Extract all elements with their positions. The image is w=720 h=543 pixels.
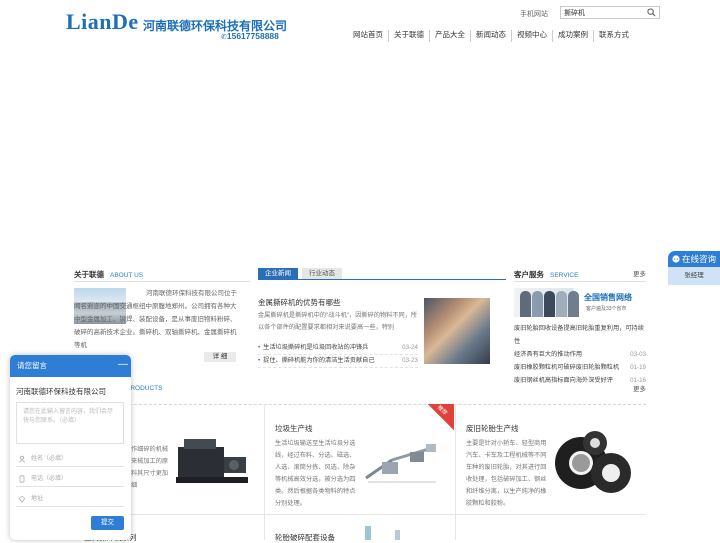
divider	[264, 404, 265, 540]
address-placeholder: 地址	[31, 496, 44, 502]
list-item[interactable]: 废旧钢丝机高指标面向海外深受好评 01-16	[514, 374, 646, 387]
phone-number-text: 15617758888	[226, 31, 279, 41]
main-nav: 网站首页 关于联德 产品大全 新闻动态 视频中心 成功案例 联系方式	[348, 30, 634, 42]
products-title-en: PRODUCTS	[126, 385, 163, 392]
person-figure	[520, 291, 531, 317]
tab-company-news[interactable]: 企业新闻	[258, 268, 298, 279]
product-desc: 作细碎的机械来械加工的原料其尺寸更加细	[131, 446, 169, 489]
location-icon	[19, 496, 25, 503]
banner-title: 全国销售网络	[584, 293, 632, 302]
divider	[74, 281, 250, 282]
service-section-title: 客户服务 SERVICE	[514, 269, 578, 280]
divider	[455, 404, 456, 540]
list-item[interactable]: • 捉住、撕碎机能为你的清洁生活贡献自己 03-23	[258, 355, 418, 368]
phone-field[interactable]: 电话（必填）	[16, 472, 124, 487]
service-title-cn: 客户服务	[514, 270, 544, 279]
news-photo[interactable]	[424, 298, 490, 364]
about-detail-button[interactable]: 详 细	[204, 352, 236, 362]
message-widget-header[interactable]: 请您留言	[10, 355, 131, 377]
tire-pile-illustration	[555, 431, 631, 493]
nav-item-cases[interactable]: 成功案例	[552, 30, 593, 42]
news-item-title: 捉住、撕碎机能为你的清洁生活贡献自己	[263, 357, 375, 364]
phone-icon	[19, 475, 25, 483]
product-thumbnail	[365, 526, 371, 540]
person-figure	[544, 291, 555, 317]
product-desc: 生活垃圾输送至生活垃圾分选线，经过布料、分选、磁选、人选、滚筒分拣、风选、除杂等…	[275, 440, 356, 507]
list-item[interactable]: • 生活垃圾撕碎机是垃圾回收站的冲锋兵 03-24	[258, 342, 418, 355]
nav-item-about[interactable]: 关于联德	[388, 30, 429, 42]
about-title-cn: 关于联德	[74, 270, 104, 279]
service-item-title: 废旧钢丝机高指标面向海外深受好评	[514, 377, 613, 384]
name-placeholder: 姓名（必填）	[31, 456, 68, 462]
divider	[74, 514, 646, 515]
service-more-link[interactable]: 更多	[633, 268, 646, 278]
search-input[interactable]	[561, 7, 645, 18]
news-headline[interactable]: 金属撕碎机的优势有哪些	[258, 297, 341, 308]
product-name[interactable]: 轮胎破碎配套设备	[275, 532, 335, 543]
product-name[interactable]: 垃圾生产线	[275, 423, 313, 434]
service-item-date: 03-03	[630, 351, 646, 358]
search-icon[interactable]	[647, 8, 656, 17]
chat-agent-button[interactable]: 张经理	[668, 267, 720, 285]
message-company-name: 河南联德环保科技有限公司	[16, 387, 106, 396]
about-title-en: ABOUT US	[110, 272, 144, 279]
about-text: 河南联德环保科技有限公司位于闻名遐迩的中国交通枢纽中原腹地郑州。公司拥有各种大中…	[74, 290, 237, 349]
phone-number: ✆15617758888	[221, 31, 279, 41]
banner-area	[0, 47, 720, 257]
conveyor-line-illustration	[365, 444, 436, 483]
nav-item-products[interactable]: 产品大全	[429, 30, 470, 42]
service-item-title: 废旧橡胶颗粒机可破碎废旧轮胎颗粒机	[514, 364, 620, 371]
person-figure	[532, 291, 543, 317]
tab-industry-news[interactable]: 行业动态	[302, 268, 342, 279]
nav-item-home[interactable]: 网站首页	[348, 30, 388, 42]
tires-image[interactable]	[551, 427, 635, 503]
phone-placeholder: 电话（必填）	[31, 476, 68, 482]
product-thumbnail	[395, 530, 400, 540]
service-title-en: SERVICE	[550, 272, 579, 279]
divider	[514, 281, 646, 282]
products-more-link[interactable]: 更多	[633, 383, 646, 393]
search-box	[560, 6, 660, 19]
garbage-line-image[interactable]	[362, 438, 442, 488]
service-item-date: 01-19	[630, 364, 646, 371]
minimize-icon[interactable]: —	[118, 360, 128, 370]
address-field[interactable]: 地址	[16, 492, 124, 507]
bullet-icon: •	[258, 357, 261, 364]
about-section-title: 关于联德 ABOUT US	[74, 269, 143, 280]
news-summary: 金属撕碎机是撕碎机中的"战斗机"，因撕碎的物料不同，所以各个部件的配置要求都相对…	[258, 312, 418, 331]
nav-item-video[interactable]: 视频中心	[511, 30, 552, 42]
logo-text-en[interactable]: LianDe	[66, 9, 139, 35]
product-name[interactable]: 废旧轮胎生产线	[466, 423, 519, 434]
nav-item-contact[interactable]: 联系方式	[593, 30, 634, 42]
mobile-site-link[interactable]: 手机网站	[520, 9, 548, 19]
bullet-icon: •	[258, 344, 261, 351]
name-field[interactable]: 姓名（必填）	[16, 452, 124, 467]
list-item[interactable]: 废旧轮胎回收设备提高旧轮胎重复利用，可持续性	[514, 322, 646, 348]
user-icon	[18, 455, 26, 463]
service-item-title: 废旧轮胎回收设备提高旧轮胎重复利用，可持续性	[514, 325, 644, 345]
banner-subtitle: 客户遍及33个省市	[586, 306, 627, 312]
message-textarea[interactable]: 请您在此输入留言内容，我们会尽快与您联系。（必填）	[16, 402, 124, 444]
news-item-title: 生活垃圾撕碎机是垃圾回收站的冲锋兵	[263, 344, 369, 351]
news-tabs: 企业新闻 行业动态	[258, 268, 346, 279]
message-widget	[10, 355, 131, 540]
news-item-date: 03-23	[402, 357, 418, 364]
chat-bubble-icon	[672, 255, 680, 263]
service-list: 废旧轮胎回收设备提高旧轮胎重复利用，可持续性 经济具有巨大的推动作用 03-03 …	[514, 322, 646, 387]
product-desc: 主要是针对小轿车、轻型商用汽车、卡车及工程机械等不同车种的废旧轮胎，对其进行回收…	[466, 440, 547, 507]
service-item-title: 经济具有巨大的推动作用	[514, 351, 583, 358]
shredder-machine-image[interactable]	[174, 433, 254, 489]
list-item[interactable]: 废旧橡胶颗粒机可破碎废旧轮胎颗粒机 01-19	[514, 361, 646, 374]
nav-item-news[interactable]: 新闻动态	[470, 30, 511, 42]
person-figure	[568, 291, 579, 317]
submit-button[interactable]: 提交	[91, 516, 124, 530]
news-list: • 生活垃圾撕碎机是垃圾回收站的冲锋兵 03-24 • 捉住、撕碎机能为你的清洁生活贡…	[258, 342, 418, 368]
news-item-date: 03-24	[402, 344, 418, 351]
list-item[interactable]: 经济具有巨大的推动作用 03-03	[514, 348, 646, 361]
divider	[258, 279, 506, 280]
person-figure	[556, 291, 567, 317]
shredder-machine-illustration	[176, 439, 248, 483]
